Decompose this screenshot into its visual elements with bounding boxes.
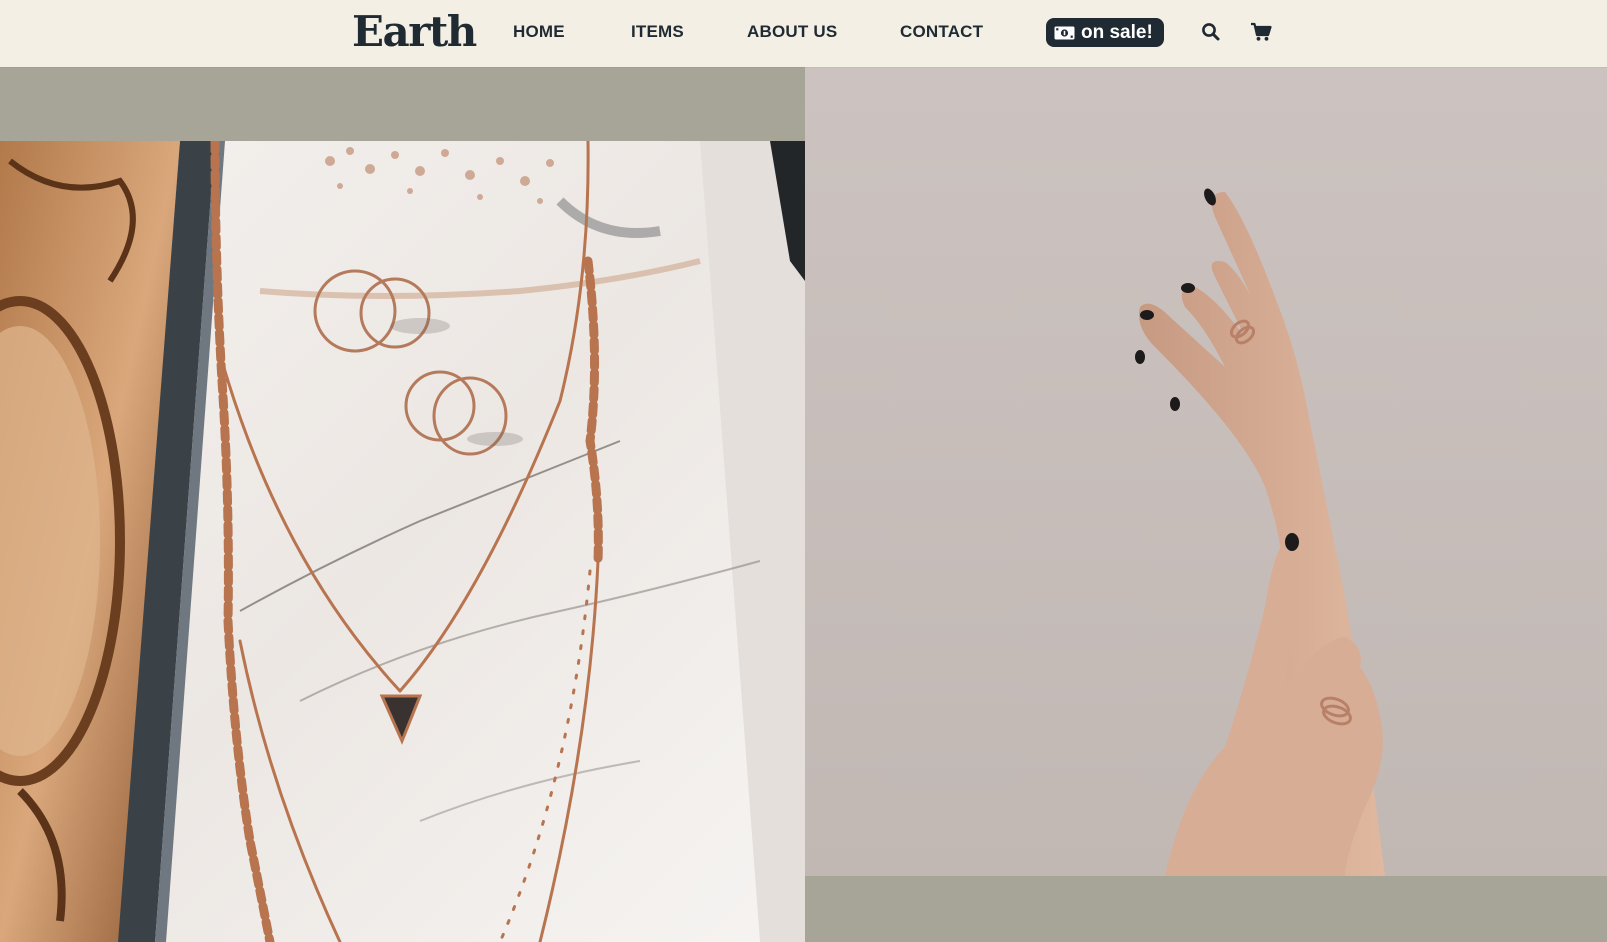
on-sale-label: on sale! bbox=[1081, 21, 1153, 43]
search-icon[interactable] bbox=[1201, 22, 1221, 42]
nav-contact-link[interactable]: CONTACT bbox=[900, 21, 983, 43]
site-logo[interactable]: Earth bbox=[352, 6, 477, 58]
hero-right-background bbox=[805, 876, 1607, 942]
site-header: Earth HOME ITEMS ABOUT US CONTACT on sal… bbox=[0, 0, 1607, 67]
on-sale-button[interactable]: on sale! bbox=[1046, 18, 1164, 47]
nav-about-link[interactable]: ABOUT US bbox=[747, 21, 837, 43]
nav-home-link[interactable]: HOME bbox=[513, 21, 565, 43]
hands-with-rings-photo bbox=[805, 67, 1607, 876]
page: Earth HOME ITEMS ABOUT US CONTACT on sal… bbox=[0, 0, 1607, 942]
jewelry-on-marble-photo bbox=[0, 141, 805, 942]
cart-icon[interactable] bbox=[1250, 22, 1272, 42]
money-bill-icon bbox=[1054, 26, 1075, 40]
nav-items-link[interactable]: ITEMS bbox=[631, 21, 684, 43]
